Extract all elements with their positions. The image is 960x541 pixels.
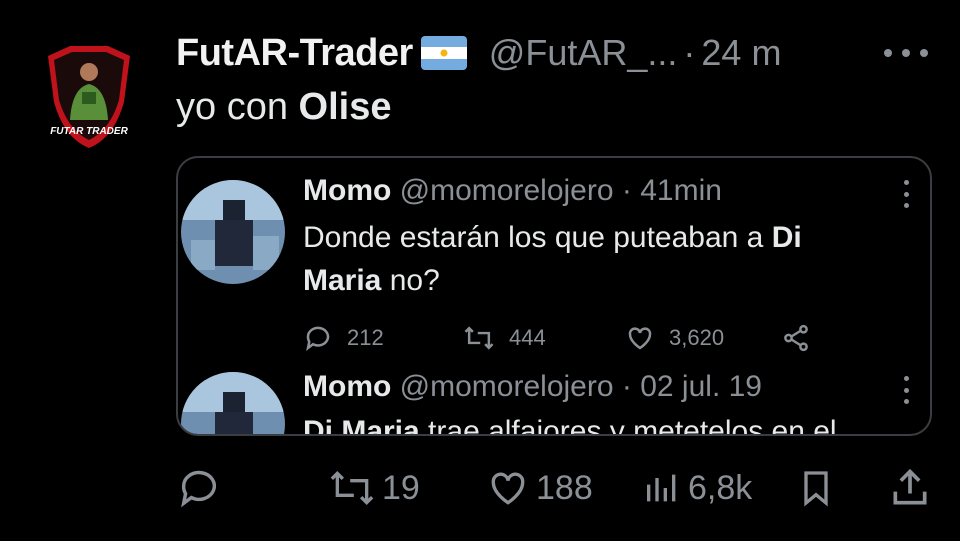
quote-author-name: Momo xyxy=(303,174,392,207)
quote2-author-handle: @momorelojero xyxy=(399,370,614,403)
post-timestamp[interactable]: 24 m xyxy=(701,32,781,74)
meta-separator: · xyxy=(683,32,696,73)
views-count: 6,8k xyxy=(688,468,753,507)
reply-icon xyxy=(181,470,217,508)
quote-action-bar: 212 444 3,620 xyxy=(303,320,823,356)
quote-timestamp: 41min xyxy=(640,174,722,207)
post-header: FutAR-Trader @FutAR_... · 24 m xyxy=(176,28,946,78)
reply-button[interactable] xyxy=(176,462,228,514)
author-handle[interactable]: @FutAR_... xyxy=(489,32,678,74)
heart-icon xyxy=(491,472,525,505)
quote-text: Donde estarán los que puteaban a Di Mari… xyxy=(303,216,903,302)
quote-header-2: Momo @momorelojero · 02 jul. 19 xyxy=(303,370,762,404)
more-horizontal-icon[interactable] xyxy=(884,44,928,62)
post-text-mention: Olise xyxy=(298,86,392,128)
heart-icon xyxy=(628,327,652,350)
quoted-screenshot[interactable]: Momo @momorelojero · 41min Donde estarán… xyxy=(176,156,932,436)
quote-text-bold-1: Di xyxy=(771,221,802,254)
quote-reply-stat: 212 xyxy=(303,320,384,356)
author-avatar[interactable]: FUTAR TRADER xyxy=(44,42,134,150)
quote-retweet-count: 444 xyxy=(509,325,546,350)
quote2-author-name: Momo xyxy=(303,370,392,403)
quote-share-icon xyxy=(781,320,825,356)
quote2-text-rest: trae alfajores y metetelos en el xyxy=(419,415,837,436)
avatar-caption: FUTAR TRADER xyxy=(50,126,128,137)
retweet-count: 19 xyxy=(382,468,420,507)
quote-text-a: Donde estarán los que puteaban a xyxy=(303,221,772,254)
share-button[interactable] xyxy=(888,462,938,514)
share-icon xyxy=(893,468,927,505)
quote-more-icon xyxy=(904,180,910,208)
retweet-icon xyxy=(464,326,494,350)
quote-avatar-2 xyxy=(181,372,285,434)
quote-like-count: 3,620 xyxy=(669,325,725,350)
bookmark-button[interactable] xyxy=(796,462,842,514)
author-display-name[interactable]: FutAR-Trader xyxy=(176,32,413,75)
quote-like-stat: 3,620 xyxy=(625,320,724,356)
post-text: yo con Olise xyxy=(176,86,391,129)
quote-header: Momo @momorelojero · 41min xyxy=(303,174,722,208)
views-button[interactable]: 6,8k xyxy=(642,462,752,514)
reply-icon xyxy=(306,326,330,351)
views-icon xyxy=(647,474,676,502)
quote-text-c: no? xyxy=(381,264,440,297)
quote-text-bold-2: Maria xyxy=(303,264,382,297)
quote2-timestamp: 02 jul. 19 xyxy=(640,370,762,403)
argentina-flag-icon xyxy=(420,36,467,70)
quote-separator: · xyxy=(621,174,632,207)
quote2-separator: · xyxy=(621,370,632,403)
quote2-text: Di Maria trae alfajores y metetelos en e… xyxy=(303,410,903,436)
like-count: 188 xyxy=(536,468,593,507)
post-text-plain: yo con xyxy=(176,86,299,128)
quote-reply-count: 212 xyxy=(347,325,384,350)
quote2-text-bold: Di Maria xyxy=(303,415,420,436)
post-action-bar: 19 188 6,8k xyxy=(176,462,936,514)
quote-author-handle: @momorelojero xyxy=(399,174,614,207)
quote-retweet-stat: 444 xyxy=(463,320,546,356)
retweet-button[interactable]: 19 xyxy=(328,462,420,514)
bookmark-icon xyxy=(804,471,828,507)
retweet-icon xyxy=(330,470,374,506)
quote2-more-icon xyxy=(904,376,910,404)
like-button[interactable]: 188 xyxy=(486,462,593,514)
quote-avatar xyxy=(181,180,285,284)
